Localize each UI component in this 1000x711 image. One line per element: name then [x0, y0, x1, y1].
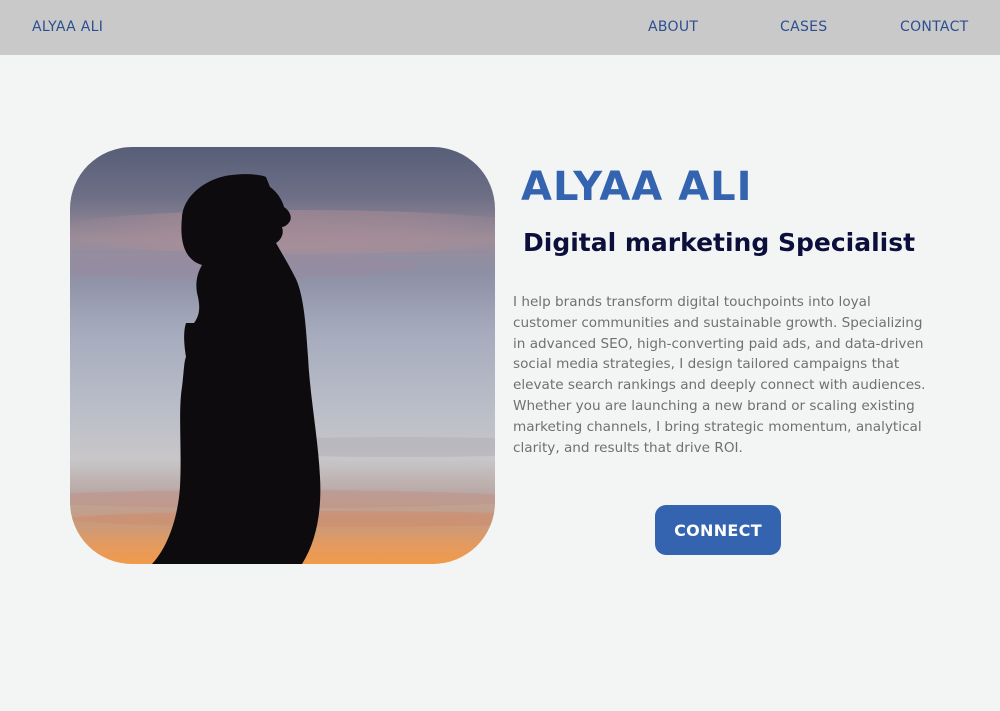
profile-photo [70, 147, 495, 564]
hero-name-heading: ALYAA ALI [521, 164, 753, 210]
nav-link-cases[interactable]: CASES [780, 19, 827, 35]
top-navigation-bar: ALYAA ALI ABOUT CASES CONTACT [0, 0, 1000, 55]
brand-logo-link[interactable]: ALYAA ALI [32, 19, 103, 35]
connect-button[interactable]: CONNECT [655, 505, 781, 555]
nav-link-contact[interactable]: CONTACT [900, 19, 969, 35]
silhouette-photo [70, 147, 495, 564]
hero-bio-paragraph: I help brands transform digital touchpoi… [513, 294, 926, 456]
hero-job-title: Digital marketing Specialist [523, 228, 916, 257]
nav-link-about[interactable]: ABOUT [648, 19, 698, 35]
